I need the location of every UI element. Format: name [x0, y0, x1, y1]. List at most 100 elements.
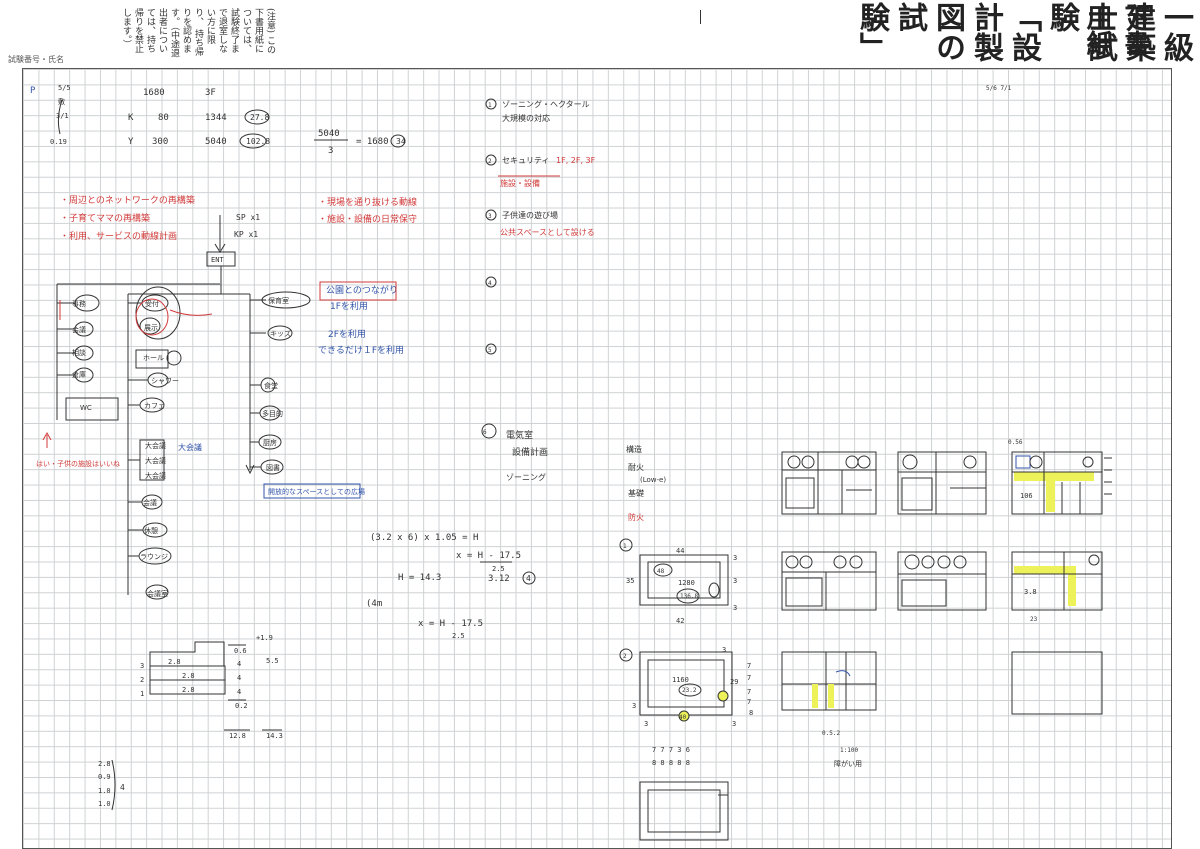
section-diagram: 3 2 1 2.8 2.8 2.8 0.6 4 4 4 0.2 +1.9 5.5… — [140, 634, 283, 740]
formula-3: H = 14.3 — [398, 573, 441, 583]
vt-4: 防火 — [628, 512, 644, 522]
plan2-r2: 7 — [747, 674, 751, 682]
thumb-label-7: 障がい用 — [834, 759, 862, 768]
p-label: P — [30, 86, 36, 96]
plan2-r6: 8 — [749, 709, 753, 717]
red-note-3: ・利用、サービスの動線計画 — [60, 230, 177, 242]
room-c-2: 展示 — [144, 324, 158, 332]
calc-side-3: 3/1 — [56, 112, 69, 120]
sp-label: SP x1 — [236, 213, 260, 222]
formula-2: x = H - 17.5 — [456, 551, 521, 561]
list-1b: 大規模の対応 — [502, 113, 550, 123]
floor-3: 3 — [140, 662, 144, 670]
plan1-top: 44 — [676, 547, 684, 555]
bc-4: 1.0 — [98, 800, 111, 808]
room-c-9: 会議 — [143, 498, 157, 507]
calc-r1-a: 1680 — [143, 88, 165, 98]
plan2-r3: 29 — [730, 678, 738, 686]
floor-1: 1 — [140, 690, 144, 698]
red-mid-1: ・現場を通り抜ける動線 — [318, 196, 417, 208]
red-bottom-note: はい・子供の施設はいいね — [36, 459, 120, 468]
thumb-1 — [781, 451, 877, 515]
plan2-in1: 1160 — [672, 676, 689, 684]
formula-5: x = H - 17.5 — [418, 619, 483, 629]
mep-sub: ゾーニング — [506, 472, 546, 482]
num-6: 6 — [483, 429, 487, 436]
formula-2d: 2.5 — [492, 565, 505, 573]
section-v1: 2.8 — [168, 658, 181, 666]
plan1-in3: 136.8 — [680, 593, 698, 600]
under-plan2-2: 8 8 8 8 8 — [652, 759, 690, 767]
fraction-num: 5040 — [318, 129, 340, 139]
plan2-c2: 3 — [732, 720, 736, 728]
num-1: 1 — [488, 102, 492, 109]
plan2-c4: 3 — [722, 646, 726, 654]
thumb-6: 3.8 23 — [1011, 551, 1103, 623]
plan2-num: 2 — [623, 653, 627, 660]
list-2a: セキュリティ — [502, 156, 550, 165]
fraction-den: 3 — [328, 146, 333, 156]
plan1-num: 1 — [623, 543, 627, 550]
red-notes-left: ・周辺とのネットワークの再構築 ・子育てママの再構築 ・利用、サービスの動線計画 — [60, 194, 195, 242]
blue-note-4: できるだけ１Fを利用 — [318, 344, 404, 356]
room-c-8: 大会議 — [145, 471, 166, 480]
calc-r3-a: Y — [128, 137, 134, 147]
handwritten-sketch: P 5/5 敷 3/1 0.19 1680 3F K 80 1344 27.8 … — [30, 84, 1112, 841]
area-calculation: P 5/5 敷 3/1 0.19 1680 3F K 80 1344 27.8 … — [30, 84, 406, 156]
zoning-diagram: ENT 事務 会議 相談 倉庫 WC 受付 展示 ホール シャワー カフェ 大会… — [56, 215, 311, 600]
bc-1: 2.8 — [98, 760, 111, 768]
calc-r3-c: 5040 — [205, 137, 227, 147]
list-3a: 子供達の遊び場 — [502, 210, 558, 220]
kp-label: KP x1 — [234, 230, 258, 239]
thumb-7: 0.5.2 1:100 障がい用 — [781, 651, 877, 768]
plan2-c3: 3 — [632, 702, 636, 710]
bc-3: 1.0 — [98, 787, 111, 795]
sp-kp-labels: SP x1 KP x1 — [234, 213, 260, 239]
section-r3: 4 — [237, 674, 241, 682]
section-plus: +1.9 — [256, 634, 273, 642]
calc-r3-b: 300 — [152, 137, 168, 147]
section-r4: 4 — [237, 688, 241, 696]
topright-note: 5/6 7/1 — [986, 85, 1012, 92]
num-5: 5 — [488, 347, 492, 354]
plan-thumbnails: 0.56 106 3.8 23 0.5.2 1:100 障がい用 — [781, 439, 1112, 768]
thumb-label-4: 23 — [1030, 616, 1038, 623]
plan-option-2: 2 1160 23.2 7 7 29 7 7 8 40 3 3 3 3 7 7 … — [619, 646, 753, 767]
formula-3c: 4 — [526, 574, 531, 583]
plan2-c1: 3 — [644, 720, 648, 728]
vt-3: 基礎 — [628, 488, 644, 498]
num-2: 2 — [488, 158, 492, 165]
plan2-r5: 7 — [747, 698, 751, 706]
calc-r2-c: 1344 — [205, 113, 227, 123]
plan1-left: 35 — [626, 577, 634, 585]
plan1-r3: 3 — [733, 604, 737, 612]
plan-option-3 — [639, 781, 729, 841]
vt-1: 構造 — [626, 444, 642, 454]
room-c-7: 大会議 — [145, 456, 166, 465]
room-r-6: 図書 — [266, 463, 280, 472]
thumb-5 — [897, 551, 987, 611]
formula-3r: 3.12 — [488, 574, 510, 584]
thumb-label-6: 1:100 — [840, 747, 858, 754]
room-c-11: ラウンジ — [140, 553, 168, 561]
fraction-result: = 1680 — [356, 137, 389, 147]
thumb-2 — [897, 451, 987, 515]
bc-2: 0.9 — [98, 773, 111, 781]
bottom-calc: 2.8 0.9 1.0 1.0 4 — [98, 760, 125, 808]
red-note-1: ・周辺とのネットワークの再構築 — [60, 194, 195, 206]
red-mid-2: ・施設・設備の日常保守 — [318, 213, 417, 225]
section-r5: 0.2 — [235, 702, 248, 710]
calc-side-4: 0.19 — [50, 138, 67, 146]
under-plan2-1: 7 7 7 3 6 — [652, 746, 690, 754]
room-left-5: WC — [80, 404, 92, 412]
plan1-in2: 48 — [657, 568, 665, 575]
section-sum1: 12.8 — [229, 732, 246, 740]
ent-label: ENT — [211, 256, 224, 264]
section-r1: 0.6 — [234, 647, 247, 655]
plan1-r1: 3 — [733, 554, 737, 562]
room-r-3: 食堂 — [264, 381, 278, 390]
formula-1: (3.2 x 6) x 1.05 = H — [370, 533, 478, 543]
room-r-5: 厨房 — [263, 438, 277, 447]
section-v2: 2.8 — [182, 672, 195, 680]
bc-res: 4 — [120, 783, 125, 792]
